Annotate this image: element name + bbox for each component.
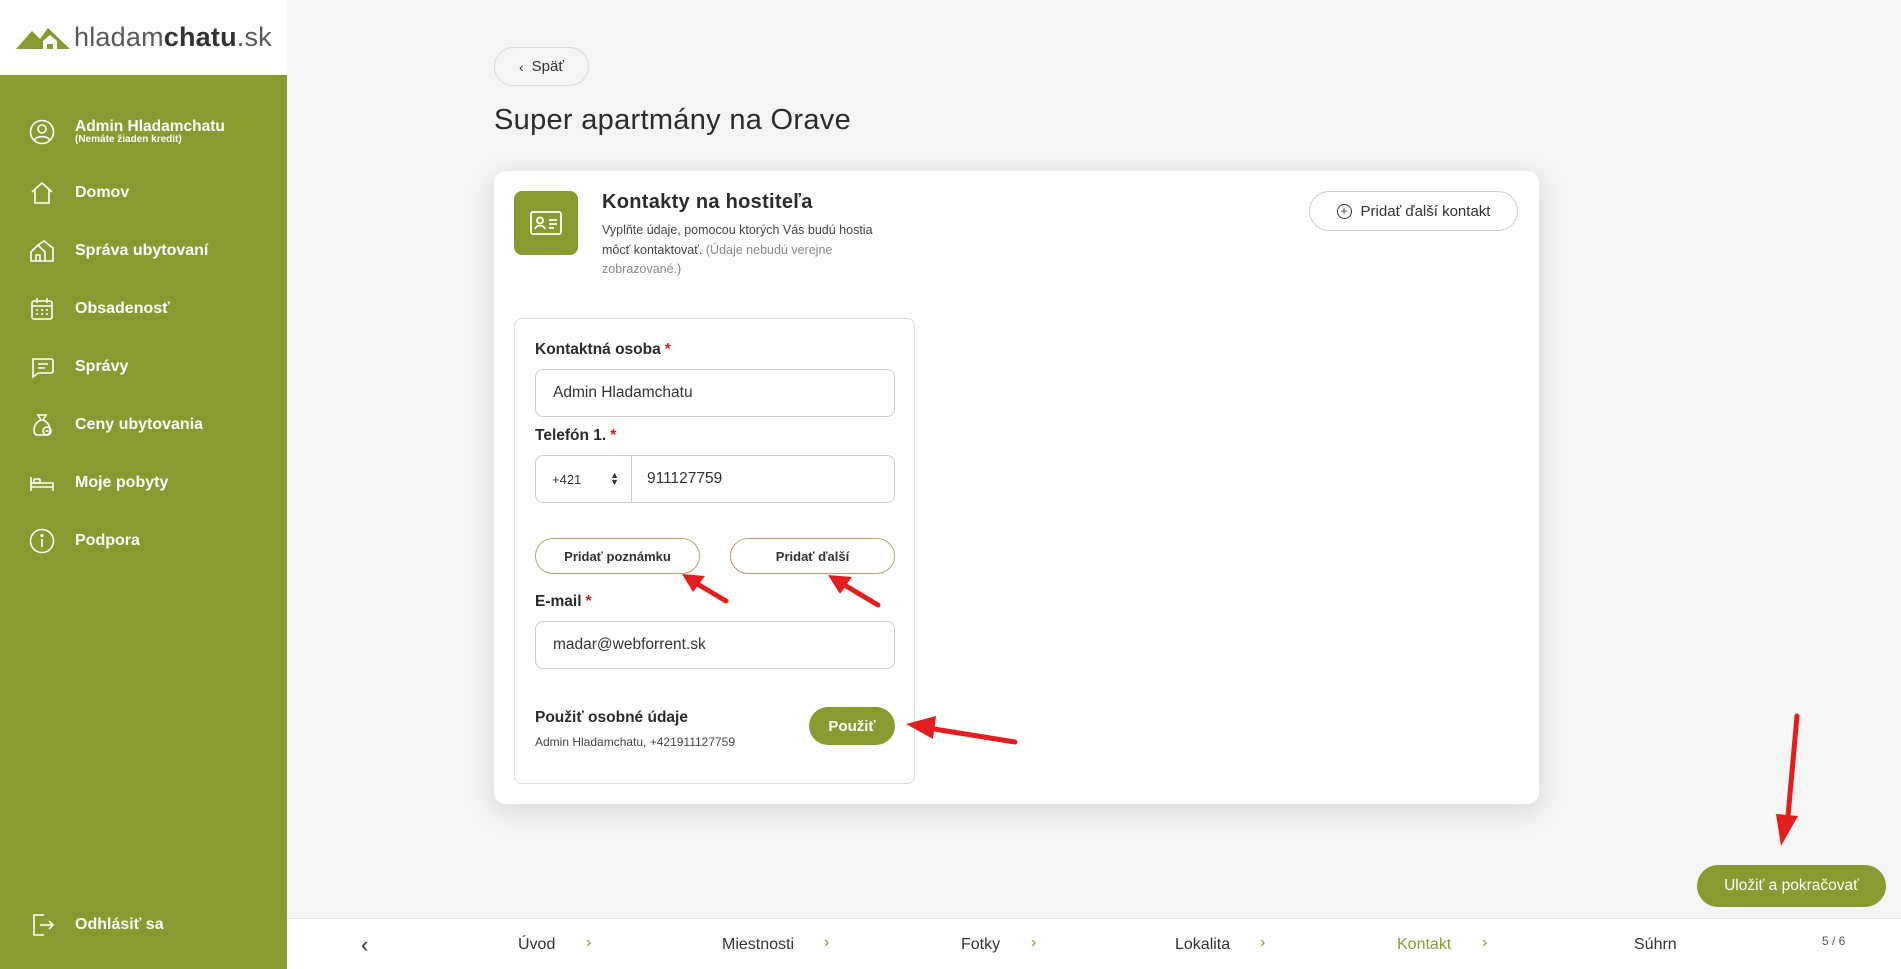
sidebar-item-label: Domov (75, 184, 130, 201)
phone-input[interactable]: 911127759 (632, 456, 894, 502)
chevron-right-icon: › (824, 934, 830, 951)
user-name: Admin Hladamchatu (75, 118, 225, 135)
add-contact-button[interactable]: + Pridať ďalší kontakt (1309, 191, 1518, 231)
sidebar-item-sprava-ubytovani[interactable]: Správa ubytovaní (0, 222, 287, 280)
home-icon (29, 180, 55, 206)
sidebar-item-label: Správa ubytovaní (75, 242, 209, 259)
contact-form: Kontaktná osoba * Admin Hladamchatu Telef… (514, 318, 915, 784)
bed-icon (29, 470, 55, 496)
step-lokalita[interactable]: Lokalita (1175, 936, 1230, 954)
plus-circle-icon: + (1336, 203, 1352, 219)
sidebar-item-label: Moje pobyty (75, 474, 169, 491)
card-description: Vyplňte údaje, pomocou ktorých Vás budú … (602, 223, 873, 276)
chevron-right-icon: › (1031, 934, 1037, 951)
houses-icon (29, 238, 55, 264)
contact-person-input[interactable]: Admin Hladamchatu (535, 369, 895, 417)
card-title: Kontakty na hostiteľa (602, 191, 813, 213)
logo[interactable]: hladamchatu.sk (0, 0, 287, 75)
calendar-icon (29, 296, 55, 322)
sidebar-item-user[interactable]: Admin Hladamchatu (Nemáte žiaden kredit) (0, 100, 287, 164)
step-uvod[interactable]: Úvod (518, 936, 555, 954)
email-input[interactable]: madar@webforrent.sk (535, 621, 895, 669)
sidebar-item-label: Obsadenosť (75, 300, 170, 317)
back-button[interactable]: ‹ Späť (494, 47, 589, 86)
select-arrows-icon: ▲ ▼ (610, 470, 619, 487)
step-counter: 5 / 6 (1822, 934, 1846, 948)
step-fotky[interactable]: Fotky (961, 936, 1000, 954)
step-miestnosti[interactable]: Miestnosti (722, 936, 794, 954)
step-kontakt[interactable]: Kontakt (1397, 936, 1451, 954)
sidebar-item-label: Podpora (75, 532, 140, 549)
back-label: Späť (531, 58, 564, 75)
sidebar-item-domov[interactable]: Domov (0, 164, 287, 222)
sidebar-item-obsadenost[interactable]: Obsadenosť (0, 280, 287, 338)
sidebar-item-label: Správy (75, 358, 129, 375)
logout-icon (29, 912, 55, 938)
id-card-icon (514, 191, 578, 255)
money-bag-icon (29, 412, 55, 438)
message-icon (29, 354, 55, 380)
step-suhrn[interactable]: Súhrn (1634, 936, 1677, 954)
step-navigation: ‹ Úvod › Miestnosti › Fotky › Lokalita ›… (287, 918, 1901, 969)
sidebar-item-label: Ceny ubytovania (75, 416, 204, 433)
chevron-right-icon: › (1482, 934, 1488, 951)
add-note-button[interactable]: Pridať poznámku (535, 538, 700, 574)
chevron-left-icon: ‹ (519, 58, 524, 75)
sidebar-item-spravy[interactable]: Správy (0, 338, 287, 396)
use-personal-data-label: Použiť osobné údaje (535, 709, 688, 726)
add-contact-label: Pridať ďalší kontakt (1360, 202, 1491, 220)
logo-mountain-icon (16, 27, 70, 49)
save-continue-button[interactable]: Uložiť a pokračovať (1697, 865, 1886, 907)
info-icon (29, 528, 55, 554)
arrow-icon (1776, 713, 1800, 846)
sidebar-item-moje-pobyty[interactable]: Moje pobyty (0, 454, 287, 512)
logo-text: hladamchatu.sk (74, 22, 272, 52)
chevron-left-icon[interactable]: ‹ (361, 932, 368, 958)
page-title: Super apartmány na Orave (494, 104, 851, 136)
personal-data-value: Admin Hladamchatu, +421911127759 (535, 735, 736, 749)
chevron-right-icon: › (1260, 934, 1266, 951)
email-label: E-mail * (535, 593, 592, 610)
user-icon (29, 119, 55, 145)
logout-button[interactable]: Odhlásiť sa (0, 896, 287, 954)
contact-person-label: Kontaktná osoba * (535, 341, 671, 358)
sidebar-item-podpora[interactable]: Podpora (0, 512, 287, 570)
phone-field: +421 ▲ ▼ 911127759 (535, 455, 895, 503)
sidebar: hladamchatu.sk Admin Hladamchatu (Nemáte… (0, 0, 287, 969)
chevron-right-icon: › (586, 934, 592, 951)
add-phone-button[interactable]: Pridať ďalší (730, 538, 895, 574)
user-credit: (Nemáte žiaden kredit) (75, 134, 182, 145)
sidebar-item-ceny-ubytovania[interactable]: Ceny ubytovania (0, 396, 287, 454)
sidebar-nav: Admin Hladamchatu (Nemáte žiaden kredit)… (0, 100, 287, 570)
phone-prefix-select[interactable]: +421 ▲ ▼ (536, 456, 632, 502)
logout-label: Odhlásiť sa (75, 916, 164, 933)
use-personal-data-button[interactable]: Použiť (809, 707, 895, 745)
contact-card: Kontakty na hostiteľa Vyplňte údaje, pom… (494, 171, 1539, 804)
phone-label: Telefón 1. * (535, 427, 617, 444)
